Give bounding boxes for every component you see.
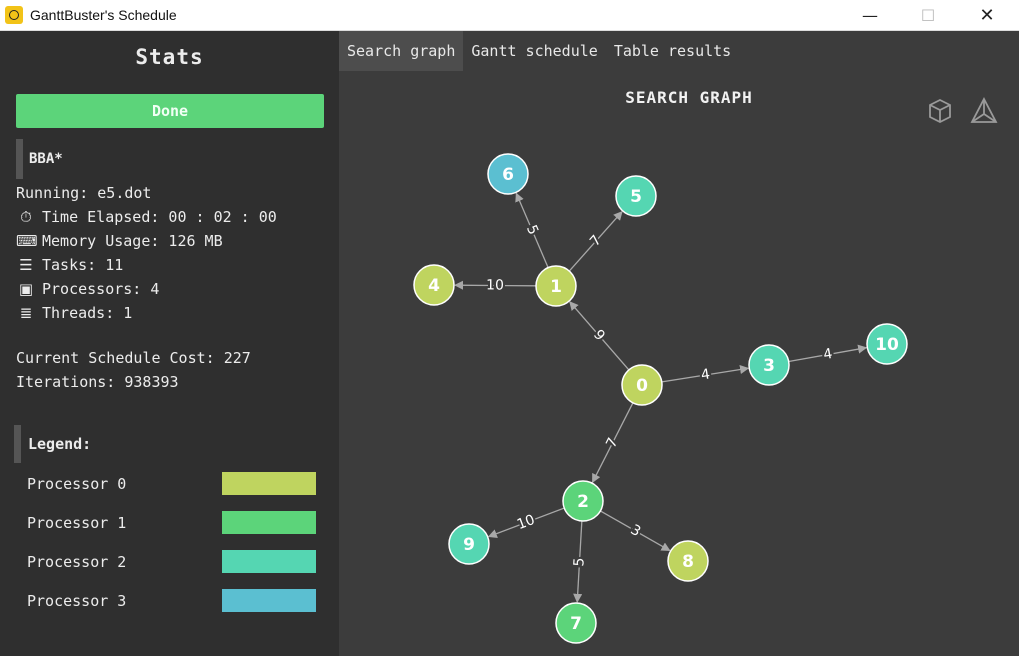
legend-label: Processor 0	[27, 475, 127, 493]
window-title: GanttBuster's Schedule	[30, 7, 177, 23]
graph-node[interactable]: 3	[748, 344, 790, 386]
legend-swatch	[222, 550, 316, 573]
graph-node[interactable]: 5	[615, 175, 657, 217]
stats-title: Stats	[135, 45, 204, 69]
graph-node-label: 3	[763, 356, 775, 376]
status-done-button[interactable]: Done	[16, 94, 324, 128]
legend-swatch	[222, 511, 316, 534]
algorithm-label: BBA*	[16, 139, 63, 179]
time-elapsed: Time Elapsed: 00 : 02 : 00	[42, 208, 277, 226]
legend-item: Processor 2	[27, 550, 317, 574]
main-panel: Search graph Gantt schedule Table result…	[339, 31, 1019, 656]
legend-swatch	[222, 472, 316, 495]
running-file: Running: e5.dot	[16, 184, 152, 202]
schedule-cost: Current Schedule Cost: 227	[16, 349, 251, 367]
processors-count: Processors: 4	[42, 280, 160, 298]
search-graph-canvas[interactable]: 9 4 7 5 7 10 4 10 5 3 0 1 2 3 4 5 6 7 8 9 10	[339, 31, 1019, 656]
edge-weight-label: 10	[515, 512, 537, 533]
legend-label: Processor 3	[27, 592, 127, 610]
stopwatch-icon: ⏱	[20, 208, 32, 226]
edge-weight-label: 4	[822, 346, 834, 363]
spool-icon: ≣	[19, 304, 33, 322]
maximize-button[interactable]: ☐	[905, 0, 951, 30]
edge-weight-label: 7	[603, 435, 621, 450]
close-button[interactable]: ✕	[964, 0, 1010, 30]
memory-usage: Memory Usage: 126 MB	[42, 232, 223, 250]
graph-node-label: 7	[570, 614, 582, 634]
graph-node[interactable]: 8	[667, 540, 709, 582]
graph-node[interactable]: 7	[555, 602, 597, 644]
edge-weight-label: 10	[486, 277, 504, 293]
stats-sidebar: Stats Done BBA* Running: e5.dot ⏱ Time E…	[0, 31, 339, 656]
graph-node-label: 0	[636, 376, 648, 396]
graph-node[interactable]: 6	[487, 153, 529, 195]
legend-label: Processor 1	[27, 514, 127, 532]
app-logo-icon	[5, 6, 23, 24]
memory-usage-row: ⌨ Memory Usage: 126 MB	[16, 232, 223, 250]
edge-weight-label: 4	[700, 366, 711, 383]
edge-weight-label: 9	[590, 327, 608, 344]
legend-swatch	[222, 589, 316, 612]
minimize-button[interactable]: —	[847, 0, 893, 30]
legend-title: Legend:	[14, 425, 91, 463]
graph-node-label: 9	[463, 535, 475, 555]
graph-node[interactable]: 10	[866, 323, 908, 365]
graph-node[interactable]: 2	[562, 480, 604, 522]
legend-label: Processor 2	[27, 553, 127, 571]
graph-node[interactable]: 9	[448, 523, 490, 565]
legend-item: Processor 0	[27, 472, 317, 496]
processors-row: ▣ Processors: 4	[16, 280, 160, 298]
edge-weight-label: 3	[628, 522, 644, 540]
graph-node-label: 5	[630, 187, 642, 207]
graph-node-label: 2	[577, 492, 589, 512]
iterations: Iterations: 938393	[16, 373, 179, 391]
legend-item: Processor 1	[27, 511, 317, 535]
graph-node-label: 8	[682, 552, 694, 572]
threads-count: Threads: 1	[42, 304, 133, 322]
graph-node-label: 1	[550, 277, 562, 297]
keyboard-icon: ⌨	[16, 232, 38, 250]
graph-node-label: 6	[502, 165, 514, 185]
graph-node[interactable]: 0	[621, 364, 663, 406]
time-elapsed-row: ⏱ Time Elapsed: 00 : 02 : 00	[16, 208, 277, 226]
title-bar: GanttBuster's Schedule — ☐ ✕	[0, 0, 1019, 31]
legend-item: Processor 3	[27, 589, 317, 613]
graph-node[interactable]: 1	[535, 265, 577, 307]
tasks-row: ☰ Tasks: 11	[16, 256, 123, 274]
edge-weight-label: 5	[571, 557, 587, 567]
edge-weight-label: 5	[523, 223, 541, 238]
edge-weight-label: 7	[587, 232, 605, 249]
graph-node[interactable]: 4	[413, 264, 455, 306]
chip-icon: ▣	[18, 280, 34, 298]
tasks-icon: ☰	[19, 256, 33, 274]
threads-row: ≣ Threads: 1	[16, 304, 133, 322]
tasks-count: Tasks: 11	[42, 256, 124, 274]
graph-node-label: 10	[875, 335, 899, 355]
graph-node-label: 4	[428, 276, 440, 296]
